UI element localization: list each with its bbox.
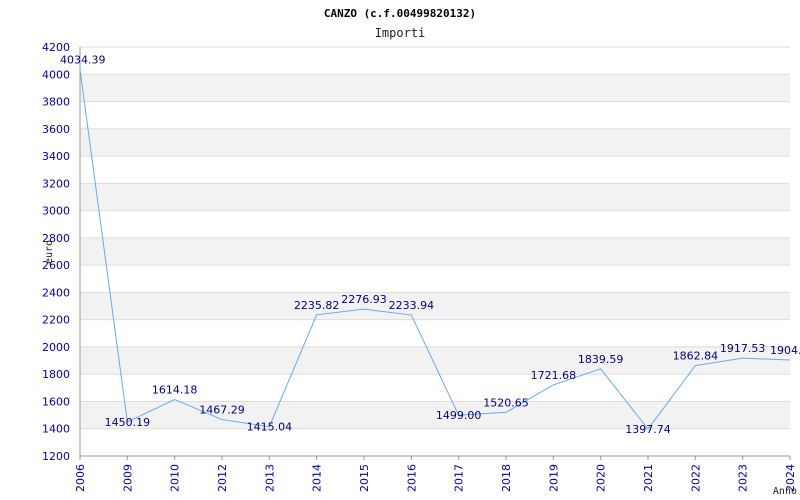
grid-band: [80, 183, 790, 211]
x-tick-label: 2021: [642, 464, 655, 492]
y-tick-label: 3000: [42, 205, 70, 218]
y-tick-label: 3200: [42, 177, 70, 190]
data-label: 1839.59: [578, 353, 624, 366]
x-tick-label: 2015: [358, 464, 371, 492]
x-tick-label: 2016: [405, 464, 418, 492]
x-axis-label: Anno: [773, 486, 797, 497]
line-chart: 1200140016001800200022002400260028003000…: [42, 7, 800, 497]
x-tick-label: 2020: [595, 464, 608, 492]
y-tick-label: 1400: [42, 423, 70, 436]
y-tick-label: 2400: [42, 286, 70, 299]
data-label: 1520.65: [483, 396, 529, 409]
y-tick-label: 3600: [42, 123, 70, 136]
y-tick-label: 1600: [42, 395, 70, 408]
data-label: 4034.39: [60, 54, 106, 67]
data-label: 1721.68: [531, 369, 577, 382]
data-label: 2235.82: [294, 299, 340, 312]
y-tick-label: 4200: [42, 41, 70, 54]
x-tick-label: 2006: [74, 464, 87, 492]
x-tick-labels: 2006 2009 2010 2012 2013 2014 2015 2016 2017 2018…: [74, 456, 797, 492]
grid-band: [80, 128, 790, 157]
data-label: 1917.53: [720, 342, 766, 355]
data-label: 1499.00: [436, 409, 482, 422]
x-tick-label: 2023: [737, 464, 750, 492]
data-label: 1450.19: [105, 416, 151, 429]
grid-band: [80, 74, 790, 102]
y-tick-label: 1800: [42, 368, 70, 381]
x-tick-label: 2010: [169, 464, 182, 492]
data-label: 1397.74: [625, 423, 671, 436]
x-tick-label: 2014: [311, 464, 324, 492]
y-tick-label: 2000: [42, 341, 70, 354]
y-tick-label: 4000: [42, 68, 70, 81]
x-tick-label: 2019: [547, 464, 560, 492]
grid-band: [80, 237, 790, 266]
x-tick-label: 2012: [216, 464, 229, 492]
data-label: 1415.04: [247, 421, 293, 434]
x-tick-label: 2018: [500, 464, 513, 492]
x-tick-label: 2009: [121, 464, 134, 492]
data-label: 1904.3: [770, 344, 800, 357]
y-tick-label: 3400: [42, 150, 70, 163]
y-axis-label: euro: [44, 240, 55, 264]
y-tick-label: 2200: [42, 314, 70, 327]
data-label: 1467.29: [199, 404, 245, 417]
grid-bands: [80, 74, 790, 429]
chart-title: CANZO (c.f.00499820132): [324, 7, 476, 20]
data-label: 2233.94: [389, 299, 435, 312]
data-label: 2276.93: [341, 293, 387, 306]
data-label: 1614.18: [152, 384, 198, 397]
x-tick-label: 2013: [263, 464, 276, 492]
grid-band: [80, 292, 790, 320]
data-label: 1862.84: [673, 350, 719, 363]
x-tick-label: 2017: [453, 464, 466, 492]
y-tick-label: 1200: [42, 450, 70, 463]
y-tick-label: 3800: [42, 96, 70, 109]
chart-subtitle: Importi: [375, 26, 426, 40]
x-tick-label: 2022: [689, 464, 702, 492]
